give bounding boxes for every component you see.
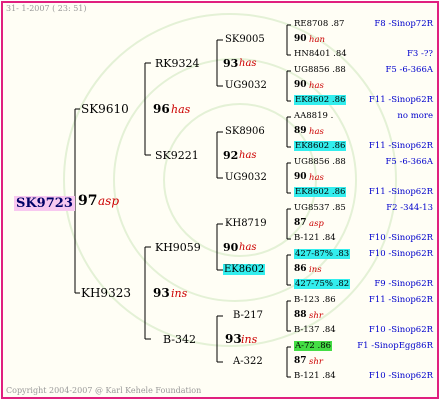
gen4-breeder: ins	[309, 265, 322, 275]
gen4-ring-reference[interactable]: F11 -Sinop62R	[369, 142, 433, 151]
gen4-breeder: has	[309, 173, 324, 183]
gen3-id-7[interactable]: B-217	[233, 311, 263, 321]
gen2-dam-dam-breeder: ins	[241, 333, 258, 346]
gen4-breeder: has	[309, 127, 324, 137]
pedigree-frame: 31- 1-2007 ( 23: 51) SK9723 97 asp SK961…	[1, 1, 439, 399]
gen4-father-id[interactable]: EK8602 .86	[294, 187, 347, 197]
gen4-year: 90	[294, 172, 307, 182]
gen4-mother-id[interactable]: AA8819 .	[294, 112, 333, 121]
gen3-id-1[interactable]: SK9005	[225, 35, 265, 45]
gen4-mother-id[interactable]: B-123 .86	[294, 296, 336, 305]
gen4-mother-id[interactable]: UG8537 .85	[294, 204, 346, 213]
gen4-breeder: shr	[309, 357, 323, 367]
gen4-ring-reference[interactable]: F3 -??	[407, 50, 433, 59]
gen2-sire-dam-id[interactable]: SK9221	[155, 150, 199, 161]
gen3-year-1: 93	[223, 57, 239, 70]
gen4-year: 88	[294, 310, 307, 320]
gen4-ring-reference[interactable]: F10 -Sinop62R	[369, 326, 433, 335]
gen2-dam-dam-year: 93	[225, 332, 242, 346]
gen4-ring-reference[interactable]: F11 -Sinop62R	[369, 96, 433, 105]
gen4-father-id[interactable]: B-121 .84	[294, 234, 336, 243]
copyright: Copyright 2004-2007 @ Karl Kehele Founda…	[6, 386, 202, 395]
gen2-sire-sire-id[interactable]: RK9324	[155, 58, 200, 69]
sire-breeder: has	[171, 103, 191, 116]
gen4-father-id[interactable]: EK8602 .86	[294, 141, 347, 151]
dam-year: 93	[153, 286, 170, 300]
gen4-ring-reference[interactable]: no more	[397, 112, 433, 121]
gen4-ring-reference[interactable]: F11 -Sinop62R	[369, 188, 433, 197]
timestamp: 31- 1-2007 ( 23: 51)	[6, 4, 87, 13]
root-breeder: asp	[98, 194, 119, 208]
gen4-year: 90	[294, 80, 307, 90]
gen3-breeder-2: has	[239, 150, 257, 161]
gen3-breeder-1: has	[239, 58, 257, 69]
sire-year: 96	[153, 102, 170, 116]
gen3-year-3: 90	[223, 241, 239, 254]
dam-breeder: ins	[171, 287, 188, 300]
gen4-breeder: has	[309, 81, 324, 91]
gen4-ring-reference[interactable]: F2 -344-13	[386, 204, 433, 213]
gen4-ring-reference[interactable]: F1 -SinopEgg86R	[357, 342, 433, 351]
gen4-mother-id[interactable]: UG8856 .88	[294, 158, 346, 167]
gen3-id-6[interactable]: EK8602	[223, 264, 266, 275]
gen4-father-id[interactable]: B-137 .84	[294, 326, 336, 335]
gen3-id-3[interactable]: SK8906	[225, 127, 265, 137]
gen2-dam-sire-id[interactable]: KH9059	[155, 242, 201, 253]
gen4-ring-reference[interactable]: F9 -Sinop62R	[374, 280, 433, 289]
gen3-breeder-3: has	[239, 242, 257, 253]
gen4-year: 87	[294, 356, 307, 366]
gen4-father-id[interactable]: EK8602 .86	[294, 95, 347, 105]
gen4-ring-reference[interactable]: F10 -Sinop62R	[369, 234, 433, 243]
gen3-id-5[interactable]: KH8719	[225, 219, 267, 229]
gen4-ring-reference[interactable]: F10 -Sinop62R	[369, 250, 433, 259]
gen4-father-id[interactable]: B-121 .84	[294, 372, 336, 381]
gen4-year: 86	[294, 264, 307, 274]
gen4-breeder: shr	[309, 311, 323, 321]
gen4-year: 89	[294, 126, 307, 136]
gen3-id-2[interactable]: UG9032	[225, 81, 267, 91]
gen4-ring-reference[interactable]: F11 -Sinop62R	[369, 296, 433, 305]
root-year: 97	[78, 193, 98, 209]
gen4-father-id[interactable]: HN8401 .84	[294, 50, 347, 59]
gen4-breeder: asp	[309, 219, 324, 229]
dam-id[interactable]: KH9323	[81, 287, 131, 299]
sire-id[interactable]: SK9610	[81, 103, 129, 115]
gen4-mother-id[interactable]: A-72 .86	[294, 341, 333, 351]
gen4-breeder: han	[309, 35, 326, 45]
root-pigeon-id[interactable]: SK9723	[14, 194, 75, 211]
gen4-mother-id[interactable]: UG8856 .88	[294, 66, 346, 75]
gen4-ring-reference[interactable]: F5 -6-366A	[385, 66, 433, 75]
gen4-year: 87	[294, 218, 307, 228]
gen4-mother-id[interactable]: RE8708 .87	[294, 20, 344, 29]
gen3-id-8[interactable]: A-322	[233, 357, 263, 367]
gen4-ring-reference[interactable]: F5 -6-366A	[385, 158, 433, 167]
gen3-id-4[interactable]: UG9032	[225, 173, 267, 183]
gen4-mother-id[interactable]: 427-87% .83	[294, 249, 351, 259]
gen4-year: 90	[294, 34, 307, 44]
gen4-ring-reference[interactable]: F8 -Sinop72R	[374, 20, 433, 29]
gen4-father-id[interactable]: 427-75% .82	[294, 279, 351, 289]
gen4-ring-reference[interactable]: F10 -Sinop62R	[369, 372, 433, 381]
gen3-year-2: 92	[223, 149, 239, 162]
gen2-dam-dam-id[interactable]: B-342	[163, 334, 196, 345]
